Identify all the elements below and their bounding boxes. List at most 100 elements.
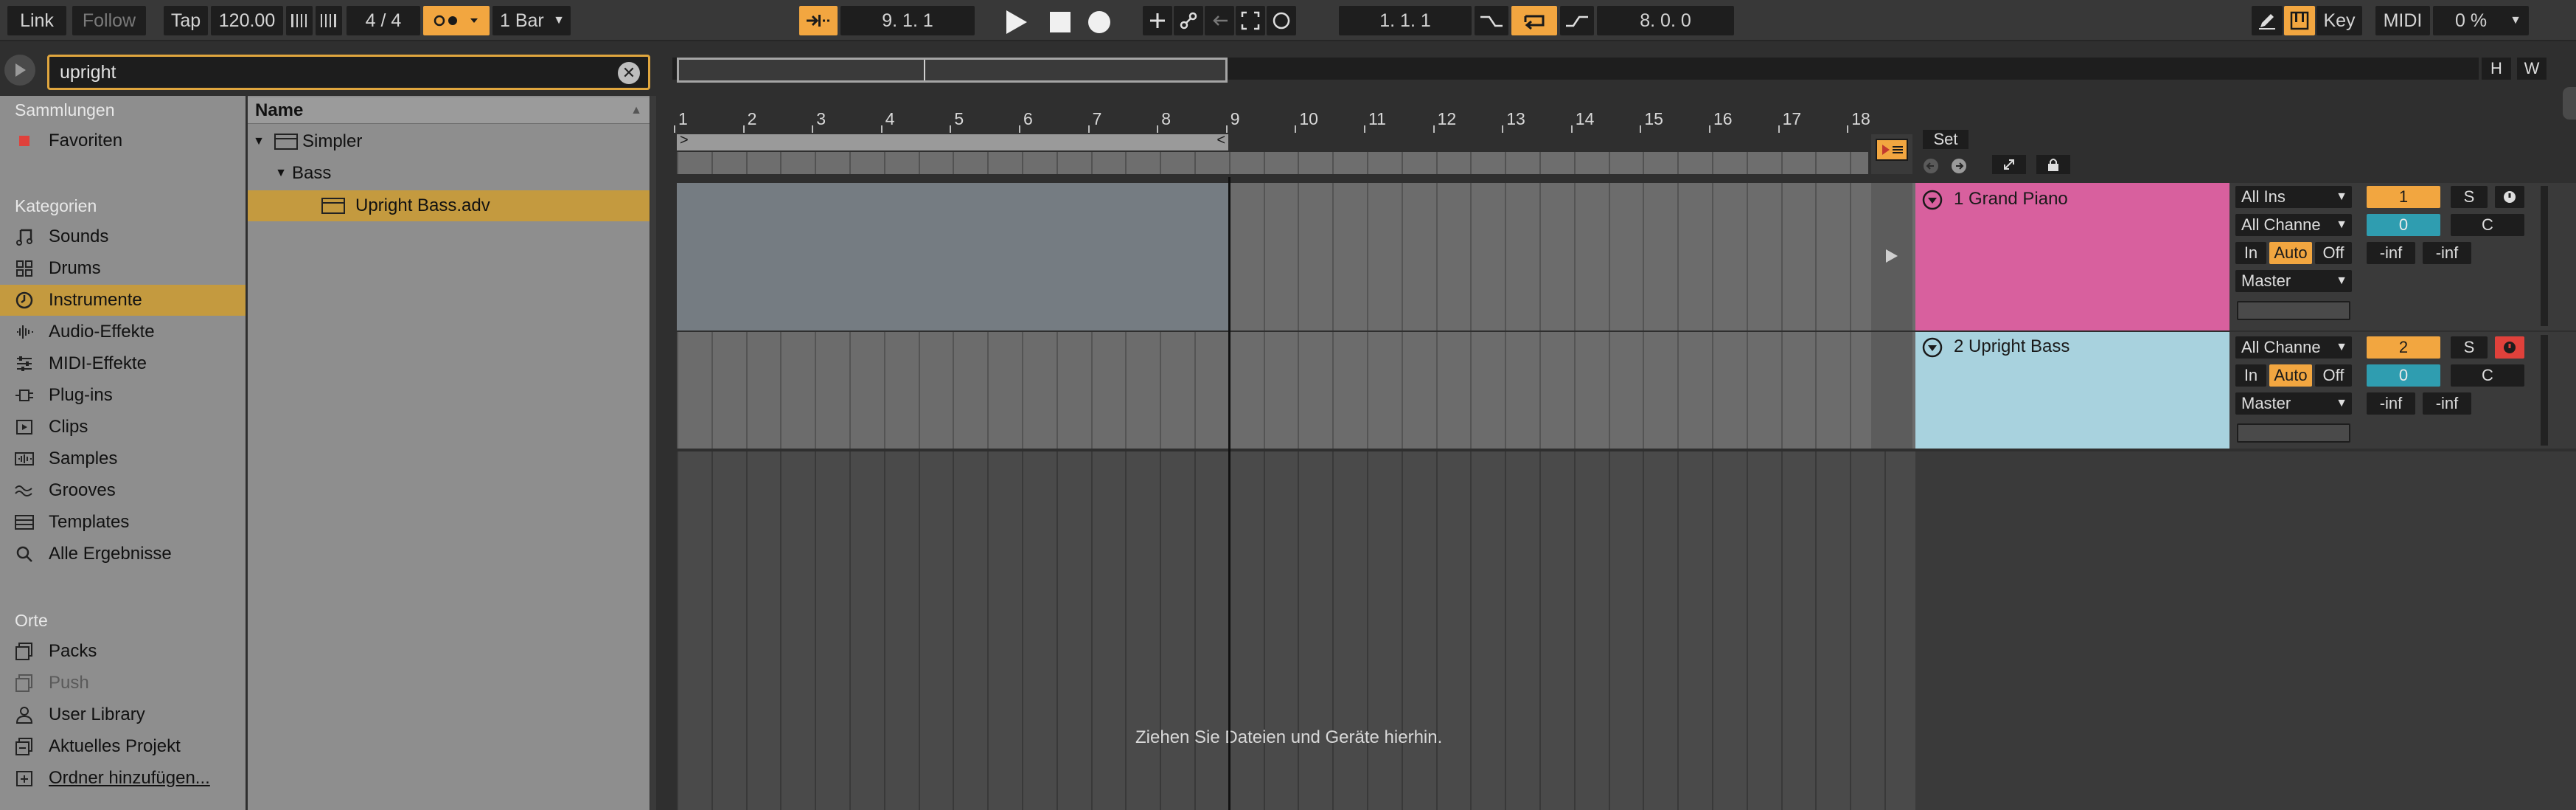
- song-position-field[interactable]: 9. 1. 1: [840, 6, 975, 35]
- loop-brace[interactable]: > <: [677, 132, 1228, 150]
- sidebar-item-midi-effekte[interactable]: MIDI-Effekte: [0, 348, 246, 379]
- output-channel-select[interactable]: [2237, 423, 2350, 443]
- follow-button[interactable]: Follow: [72, 6, 146, 35]
- solo-button[interactable]: S: [2451, 336, 2488, 359]
- punch-out-icon[interactable]: [1560, 6, 1594, 35]
- sidebar-item-templates[interactable]: Templates: [0, 507, 246, 538]
- disclosure-down-icon[interactable]: ▼: [248, 135, 270, 148]
- clear-search-icon[interactable]: ✕: [618, 62, 640, 84]
- input-channel-select[interactable]: All Channe ▼: [2235, 336, 2352, 359]
- sidebar-item-alle-ergebnisse[interactable]: Alle Ergebnisse: [0, 539, 246, 570]
- arm-record-icon[interactable]: [2495, 336, 2524, 359]
- record-icon[interactable]: [1084, 7, 1115, 37]
- lock-icon[interactable]: [2036, 155, 2070, 174]
- output-channel-select[interactable]: [2237, 301, 2350, 320]
- browser-search-input[interactable]: upright: [47, 55, 650, 90]
- tap-tempo-button[interactable]: Tap: [164, 6, 208, 35]
- arm-record-icon[interactable]: [2495, 186, 2524, 208]
- time-signature-field[interactable]: 4 / 4: [347, 6, 420, 35]
- drop-area[interactable]: [677, 451, 1915, 810]
- solo-button[interactable]: S: [2451, 186, 2488, 208]
- monitor-off-button[interactable]: Off: [2315, 364, 2352, 387]
- pan-field[interactable]: C: [2451, 364, 2524, 387]
- sidebar-item-user-library[interactable]: User Library: [0, 699, 246, 730]
- pan-field[interactable]: C: [2451, 214, 2524, 236]
- beat-time-ruler[interactable]: 1 2 3 4 5 6 7 8 9 10 11 12 13 14 15 16 17 18: [672, 108, 1911, 133]
- peak-left[interactable]: -inf: [2367, 242, 2415, 264]
- list-item-upright-bass[interactable]: Upright Bass.adv: [248, 190, 650, 221]
- track-2-stop-area[interactable]: [1871, 332, 1912, 449]
- nudge-down-icon[interactable]: [286, 6, 313, 35]
- sidebar-item-plug-ins[interactable]: Plug-ins: [0, 380, 246, 411]
- output-select[interactable]: Master ▼: [2235, 270, 2352, 292]
- monitor-off-button[interactable]: Off: [2315, 242, 2352, 264]
- loop-start-field[interactable]: 1. 1. 1: [1339, 6, 1472, 35]
- peak-right[interactable]: -inf: [2423, 242, 2471, 264]
- sidebar-item-packs[interactable]: Packs: [0, 636, 246, 667]
- punch-in-icon[interactable]: [1475, 6, 1508, 35]
- nudge-up-icon[interactable]: [316, 6, 342, 35]
- track-activator-button[interactable]: 2: [2367, 336, 2440, 359]
- arrow-left-icon[interactable]: [1920, 156, 1942, 176]
- fold-track-icon[interactable]: [1921, 336, 1943, 359]
- peak-right[interactable]: -inf: [2423, 392, 2471, 415]
- sidebar-item-samples[interactable]: Samples: [0, 443, 246, 474]
- play-icon[interactable]: [1001, 7, 1031, 37]
- sidebar-item-instrumente[interactable]: Instrumente: [0, 285, 246, 316]
- browser-divider[interactable]: [650, 96, 656, 810]
- list-item-bass[interactable]: ▼ Bass: [248, 158, 650, 189]
- cpu-meter[interactable]: 0 % ▼: [2433, 6, 2529, 35]
- link-button[interactable]: Link: [7, 6, 66, 35]
- monitor-auto-button[interactable]: Auto: [2269, 364, 2312, 387]
- overview-visible-range[interactable]: [677, 58, 1228, 83]
- monitor-in-button[interactable]: In: [2235, 364, 2266, 387]
- track-1-stop-area[interactable]: [1871, 183, 1912, 330]
- sidebar-item-audio-effekte[interactable]: Audio-Effekte: [0, 316, 246, 347]
- sidebar-item-grooves[interactable]: Grooves: [0, 475, 246, 506]
- sidebar-item-drums[interactable]: Drums: [0, 253, 246, 284]
- track-lane-2[interactable]: [677, 332, 1915, 449]
- list-item-simpler[interactable]: ▼ Simpler: [248, 126, 650, 157]
- back-to-arrangement-icon[interactable]: [1876, 139, 1908, 161]
- metronome-button[interactable]: [423, 6, 490, 35]
- add-icon[interactable]: [1143, 6, 1172, 35]
- loop-switch-icon[interactable]: [1511, 6, 1557, 35]
- draw-mode-icon[interactable]: [2252, 6, 2283, 35]
- locator-strip[interactable]: [677, 152, 1886, 174]
- arrow-right-icon[interactable]: [1948, 156, 1970, 176]
- volume-field[interactable]: 0: [2367, 364, 2440, 387]
- set-button[interactable]: Set: [1923, 130, 1968, 149]
- capture-icon[interactable]: [1236, 6, 1265, 35]
- automation-arm-icon[interactable]: [1174, 6, 1203, 35]
- monitor-auto-button[interactable]: Auto: [2269, 242, 2312, 264]
- preview-play-icon[interactable]: [4, 55, 35, 86]
- side-panel-toggle[interactable]: [2563, 87, 2576, 120]
- sidebar-item-clips[interactable]: Clips: [0, 412, 246, 443]
- monitor-in-button[interactable]: In: [2235, 242, 2266, 264]
- sidebar-item-aktuelles-projekt[interactable]: Aktuelles Projekt: [0, 731, 246, 762]
- sidebar-item-push[interactable]: Push: [0, 668, 246, 699]
- column-header-name[interactable]: Name ▲: [248, 97, 650, 124]
- volume-field[interactable]: 0: [2367, 214, 2440, 236]
- computer-midi-keyboard-icon[interactable]: [2284, 6, 2315, 35]
- stop-icon[interactable]: [1045, 7, 1075, 37]
- track-activator-button[interactable]: 1: [2367, 186, 2440, 208]
- loop-length-field[interactable]: 8. 0. 0: [1597, 6, 1734, 35]
- input-channel-select[interactable]: All Channe ▼: [2235, 214, 2352, 236]
- output-select[interactable]: Master ▼: [2235, 392, 2352, 415]
- key-map-button[interactable]: Key: [2316, 6, 2362, 35]
- sidebar-item-sounds[interactable]: Sounds: [0, 221, 246, 252]
- input-type-select[interactable]: All Ins ▼: [2235, 186, 2352, 208]
- sidebar-item-favoriten[interactable]: Favoriten: [0, 125, 246, 156]
- disclosure-down-icon[interactable]: ▼: [270, 167, 292, 180]
- session-record-icon[interactable]: [1267, 6, 1296, 35]
- optimize-height-button[interactable]: H: [2482, 58, 2511, 80]
- fold-track-icon[interactable]: [1921, 189, 1943, 211]
- tempo-field[interactable]: 120.00: [211, 6, 283, 35]
- track-header-upright-bass[interactable]: 2 Upright Bass: [1915, 332, 2229, 449]
- expand-icon[interactable]: [1992, 155, 2026, 174]
- empty-track-area[interactable]: [1915, 451, 2576, 810]
- sidebar-item-ordner-hinzufuegen[interactable]: Ordner hinzufügen...: [0, 763, 246, 794]
- back-to-arrangement-icon[interactable]: [1205, 6, 1234, 35]
- midi-map-button[interactable]: MIDI: [2375, 6, 2430, 35]
